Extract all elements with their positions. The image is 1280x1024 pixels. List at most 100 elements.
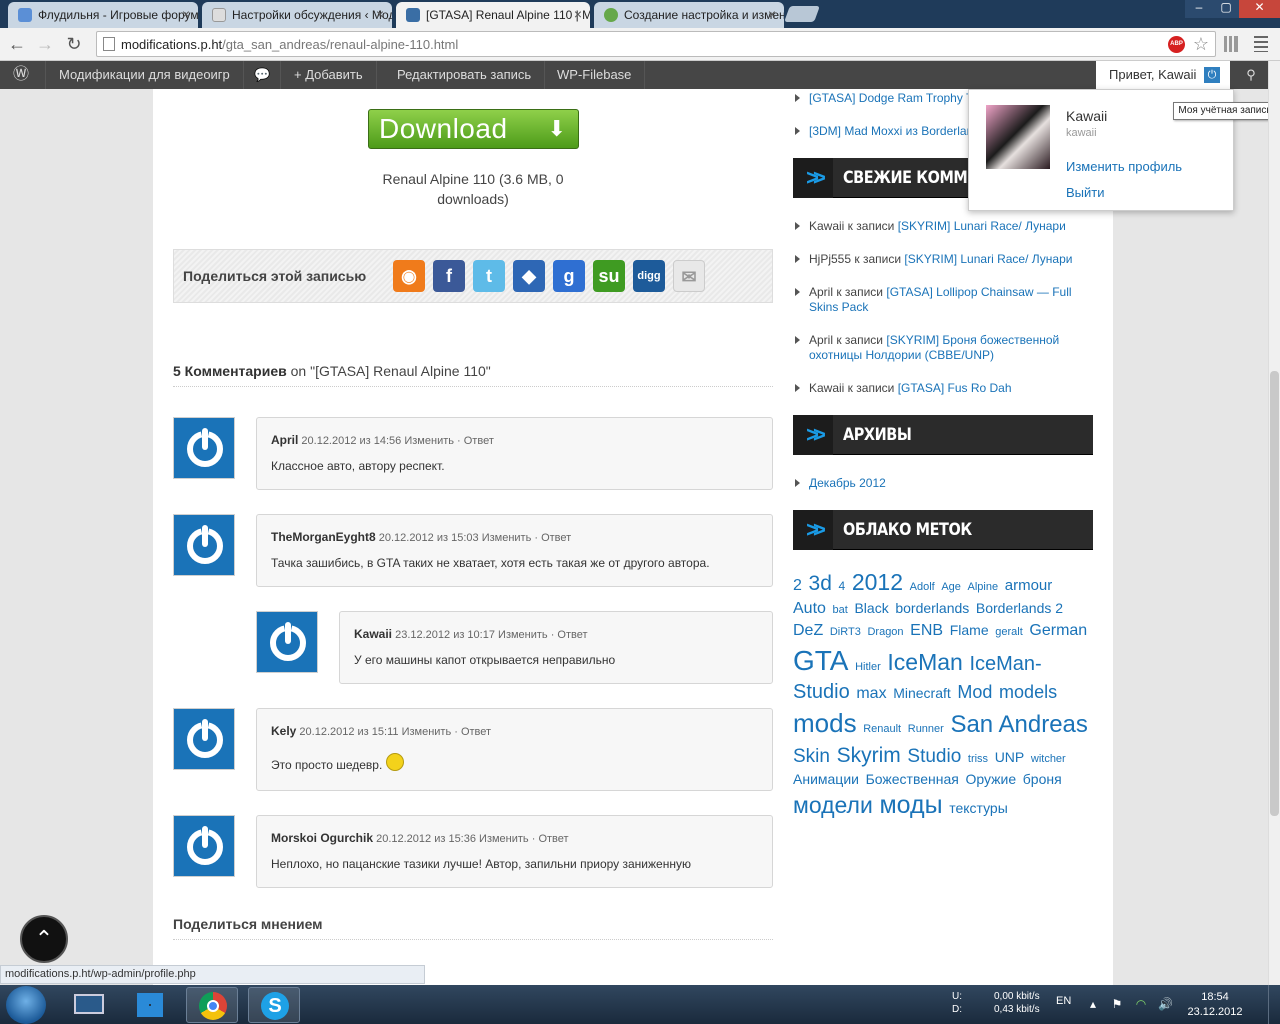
comment-actions[interactable]: Изменить · Ответ bbox=[402, 726, 492, 738]
facebook-icon[interactable]: f bbox=[433, 260, 465, 292]
tag-link[interactable]: Dragon bbox=[867, 626, 903, 638]
system-clock[interactable]: 18:54 23.12.2012 bbox=[1180, 990, 1250, 1020]
comment-author[interactable]: Kawaii bbox=[354, 627, 392, 641]
tag-link[interactable]: Hitler bbox=[855, 661, 881, 673]
tag-link[interactable]: текстуры bbox=[949, 800, 1008, 816]
tag-link[interactable]: UNP bbox=[995, 749, 1025, 765]
show-desktop-button[interactable] bbox=[1268, 985, 1280, 1024]
tag-link[interactable]: witcher bbox=[1031, 753, 1066, 765]
tag-link[interactable]: броня bbox=[1023, 771, 1062, 787]
comments-bubble-icon[interactable]: 💬 bbox=[241, 61, 281, 89]
tag-link[interactable]: Borderlands 2 bbox=[976, 600, 1063, 616]
tag-link[interactable]: GTA bbox=[793, 645, 848, 676]
recent-comment-link[interactable]: [SKYRIM] Lunari Race/ Лунари bbox=[904, 252, 1072, 266]
wordpress-logo-icon[interactable]: Ⓦ bbox=[0, 61, 46, 89]
close-tab-icon[interactable]: × bbox=[376, 6, 384, 22]
comment-author[interactable]: TheMorganEyght8 bbox=[271, 530, 376, 544]
network-icon[interactable]: ◠ bbox=[1134, 997, 1148, 1011]
scroll-to-top-button[interactable]: ⌃ bbox=[20, 915, 68, 963]
tag-link[interactable]: 2012 bbox=[852, 569, 903, 595]
comment-author[interactable]: April bbox=[271, 433, 298, 447]
tag-link[interactable]: Adolf bbox=[910, 581, 935, 593]
twitter-icon[interactable]: t bbox=[473, 260, 505, 292]
user-display-name[interactable]: Kawaii bbox=[1066, 108, 1107, 124]
reload-icon[interactable]: ↻ bbox=[63, 33, 85, 55]
tray-expand-icon[interactable]: ▴ bbox=[1086, 997, 1100, 1011]
tag-link[interactable]: модели bbox=[793, 792, 873, 818]
sidebar-post-link[interactable]: [GTASA] Dodge Ram Trophy T bbox=[809, 91, 973, 105]
language-indicator[interactable]: EN bbox=[1056, 995, 1071, 1007]
adminbar-my-account[interactable]: Привет, Kawaii ⏻ bbox=[1096, 61, 1230, 89]
action-center-icon[interactable]: ⚑ bbox=[1110, 997, 1124, 1011]
comment-actions[interactable]: Изменить · Ответ bbox=[498, 629, 588, 641]
tag-link[interactable]: German bbox=[1029, 622, 1087, 639]
tag-link[interactable]: Age bbox=[941, 581, 961, 593]
tag-link[interactable]: San Andreas bbox=[950, 711, 1087, 738]
email-icon[interactable]: ✉ bbox=[673, 260, 705, 292]
tag-link[interactable]: 3d bbox=[809, 572, 832, 595]
adminbar-site-name[interactable]: Модификации для видеоигр bbox=[46, 61, 244, 89]
tag-link[interactable]: triss bbox=[968, 753, 988, 765]
tag-link[interactable]: mods bbox=[793, 708, 857, 738]
taskbar-skype-icon[interactable]: S bbox=[248, 987, 300, 1023]
tag-link[interactable]: borderlands bbox=[895, 600, 969, 616]
tag-link[interactable]: Skyrim bbox=[837, 744, 901, 767]
tag-link[interactable]: armour bbox=[1005, 577, 1053, 594]
close-tab-icon[interactable]: × bbox=[574, 6, 582, 22]
comment-author[interactable]: Kely bbox=[271, 724, 296, 738]
tag-link[interactable]: IceMan bbox=[887, 649, 962, 675]
tag-link[interactable]: 2 bbox=[793, 577, 802, 594]
close-tab-icon[interactable]: × bbox=[182, 6, 190, 22]
scrollbar-thumb[interactable] bbox=[1270, 371, 1279, 816]
tag-link[interactable]: Alpine bbox=[968, 581, 999, 593]
volume-icon[interactable]: 🔊 bbox=[1158, 997, 1173, 1011]
url-text[interactable]: modifications.p.ht/gta_san_andreas/renau… bbox=[121, 37, 458, 52]
recent-comment-link[interactable]: [SKYRIM] Lunari Race/ Лунари bbox=[898, 219, 1066, 233]
forward-icon[interactable]: → bbox=[34, 33, 56, 55]
maximize-button[interactable]: ▢ bbox=[1213, 0, 1239, 18]
wrench-menu-icon[interactable] bbox=[1254, 36, 1268, 52]
back-icon[interactable]: ← bbox=[6, 33, 28, 55]
taskbar-chrome-icon[interactable] bbox=[186, 987, 238, 1023]
edit-profile-link[interactable]: Изменить профиль bbox=[1066, 159, 1182, 174]
tag-link[interactable]: DiRT3 bbox=[830, 626, 861, 638]
search-icon[interactable]: ⚲ bbox=[1237, 61, 1265, 89]
rss-icon[interactable]: ◉ bbox=[393, 260, 425, 292]
tag-link[interactable]: Renault bbox=[863, 723, 901, 735]
page-scrollbar[interactable] bbox=[1268, 61, 1280, 985]
tag-link[interactable]: bat bbox=[833, 604, 848, 616]
close-window-button[interactable]: ✕ bbox=[1239, 0, 1280, 18]
tag-link[interactable]: geralt bbox=[995, 626, 1023, 638]
adminbar-edit-post[interactable]: Редактировать запись bbox=[384, 61, 546, 89]
bookmark-star-icon[interactable]: ☆ bbox=[1193, 34, 1209, 55]
tag-link[interactable]: Runner bbox=[908, 723, 944, 735]
tag-link[interactable]: Mod bbox=[957, 682, 992, 702]
browser-tab[interactable]: Создание настройка и измен × bbox=[594, 2, 784, 28]
address-bar[interactable]: modifications.p.ht/gta_san_andreas/renau… bbox=[96, 31, 1216, 57]
tag-link[interactable]: Анимации bbox=[793, 771, 859, 787]
google-icon[interactable]: g bbox=[553, 260, 585, 292]
tag-link[interactable]: Studio bbox=[907, 746, 961, 767]
comment-actions[interactable]: Изменить · Ответ bbox=[479, 833, 569, 845]
tag-link[interactable]: ENB bbox=[910, 622, 943, 639]
digg-icon[interactable]: digg bbox=[633, 260, 665, 292]
new-tab-button[interactable] bbox=[784, 6, 820, 22]
logout-link[interactable]: Выйти bbox=[1066, 185, 1105, 200]
tag-link[interactable]: Flame bbox=[950, 622, 989, 638]
adblock-icon[interactable]: ABP bbox=[1168, 36, 1185, 53]
tag-link[interactable]: 4 bbox=[839, 579, 846, 593]
adminbar-wp-filebase[interactable]: WP-Filebase bbox=[544, 61, 646, 89]
tag-link[interactable]: Minecraft bbox=[893, 685, 951, 701]
sidebar-post-link[interactable]: [3DM] Mad Moxxi из Borderlan bbox=[809, 124, 973, 138]
browser-tab-active[interactable]: [GTASA] Renaul Alpine 110 | М × bbox=[396, 2, 590, 28]
close-tab-icon[interactable]: × bbox=[768, 6, 776, 22]
taskbar-windows-app-icon[interactable] bbox=[124, 987, 176, 1023]
tag-link[interactable]: models bbox=[999, 682, 1057, 702]
myspace-icon[interactable]: ◆ bbox=[513, 260, 545, 292]
adminbar-add-new[interactable]: + Добавить bbox=[281, 61, 377, 89]
comment-author[interactable]: Morskoi Ogurchik bbox=[271, 831, 373, 845]
tag-link[interactable]: Оружие bbox=[966, 771, 1017, 787]
tag-link[interactable]: моды bbox=[879, 791, 942, 819]
start-button[interactable] bbox=[6, 986, 46, 1024]
browser-tab[interactable]: Флудильня - Игровые форум × bbox=[8, 2, 198, 28]
